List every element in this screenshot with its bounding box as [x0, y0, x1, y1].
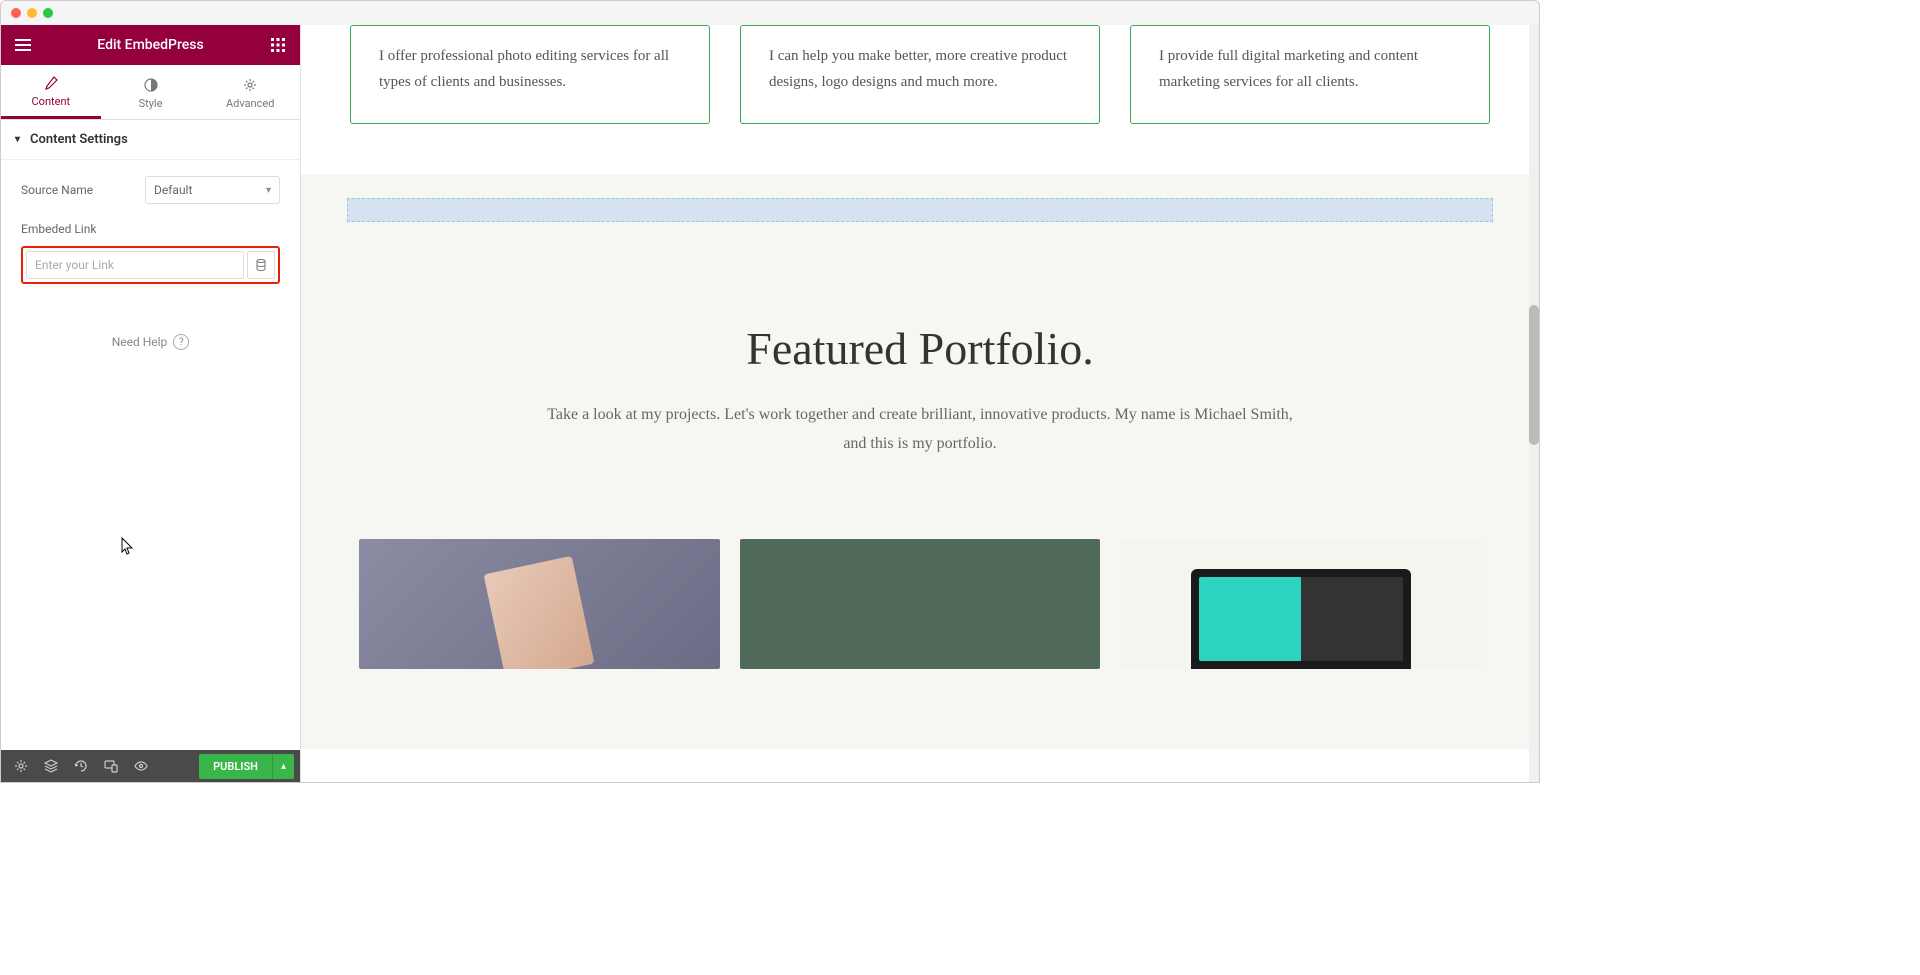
editor-tabs: Content Style Advanced	[1, 65, 300, 120]
pencil-icon	[43, 75, 59, 91]
menu-icon[interactable]	[13, 35, 33, 55]
portfolio-item[interactable]	[740, 539, 1101, 669]
help-icon: ?	[173, 334, 189, 350]
navigator-button[interactable]	[37, 752, 65, 780]
app-window: Edit EmbedPress Content Style	[0, 0, 1540, 783]
window-maximize-icon[interactable]	[43, 8, 53, 18]
help-text: Need Help	[112, 335, 168, 349]
source-name-select[interactable]: Default	[145, 176, 280, 204]
caret-down-icon: ▾	[15, 134, 20, 145]
tab-style[interactable]: Style	[101, 65, 201, 119]
contrast-icon	[143, 77, 159, 93]
embed-link-highlight	[21, 246, 280, 284]
gear-icon	[14, 759, 28, 773]
tab-content[interactable]: Content	[1, 65, 101, 119]
tab-advanced[interactable]: Advanced	[200, 65, 300, 119]
sidebar-title: Edit EmbedPress	[97, 37, 203, 53]
service-card[interactable]: I can help you make better, more creativ…	[740, 25, 1100, 124]
publish-button[interactable]: PUBLISH	[199, 754, 272, 779]
portfolio-item[interactable]	[359, 539, 720, 669]
responsive-button[interactable]	[97, 752, 125, 780]
tab-label: Style	[139, 97, 163, 110]
section-content-settings[interactable]: ▾ Content Settings	[1, 120, 300, 160]
preview-button[interactable]	[127, 752, 155, 780]
gear-icon	[242, 77, 258, 93]
portfolio-section: Featured Portfolio. Take a look at my pr…	[301, 174, 1539, 749]
dynamic-tags-button[interactable]	[247, 251, 275, 279]
editor-canvas[interactable]: I offer professional photo editing servi…	[301, 25, 1539, 782]
eye-icon	[134, 759, 148, 773]
widget-dropzone[interactable]	[347, 198, 1493, 222]
embed-link-input[interactable]	[26, 251, 244, 279]
layers-icon	[44, 759, 58, 773]
portfolio-subtitle[interactable]: Take a look at my projects. Let's work t…	[540, 401, 1300, 459]
history-icon	[74, 759, 88, 773]
service-card[interactable]: I provide full digital marketing and con…	[1130, 25, 1490, 124]
portfolio-title[interactable]: Featured Portfolio.	[347, 322, 1493, 375]
widgets-grid-icon[interactable]	[268, 35, 288, 55]
section-title: Content Settings	[30, 132, 128, 147]
database-icon	[256, 259, 266, 271]
service-card[interactable]: I offer professional photo editing servi…	[350, 25, 710, 124]
settings-button[interactable]	[7, 752, 35, 780]
portfolio-grid	[347, 539, 1493, 669]
publish-options-button[interactable]: ▴	[272, 754, 294, 779]
settings-panel: ▾ Content Settings Source Name Default E…	[1, 120, 300, 750]
history-button[interactable]	[67, 752, 95, 780]
tab-label: Content	[32, 95, 71, 108]
select-value: Default	[154, 183, 192, 197]
tab-label: Advanced	[226, 97, 274, 110]
portfolio-item[interactable]	[1120, 539, 1481, 669]
services-cards-row: I offer professional photo editing servi…	[301, 25, 1539, 154]
responsive-icon	[104, 759, 118, 773]
sidebar-header: Edit EmbedPress	[1, 25, 300, 65]
window-controls	[1, 1, 1539, 25]
window-minimize-icon[interactable]	[27, 8, 37, 18]
source-name-label: Source Name	[21, 183, 93, 197]
editor-sidebar: Edit EmbedPress Content Style	[1, 25, 301, 782]
need-help-link[interactable]: Need Help ?	[21, 334, 280, 350]
sidebar-footer: PUBLISH ▴	[1, 750, 300, 782]
window-close-icon[interactable]	[11, 8, 21, 18]
embed-link-label: Embeded Link	[21, 222, 280, 236]
scrollbar-thumb[interactable]	[1529, 305, 1539, 445]
